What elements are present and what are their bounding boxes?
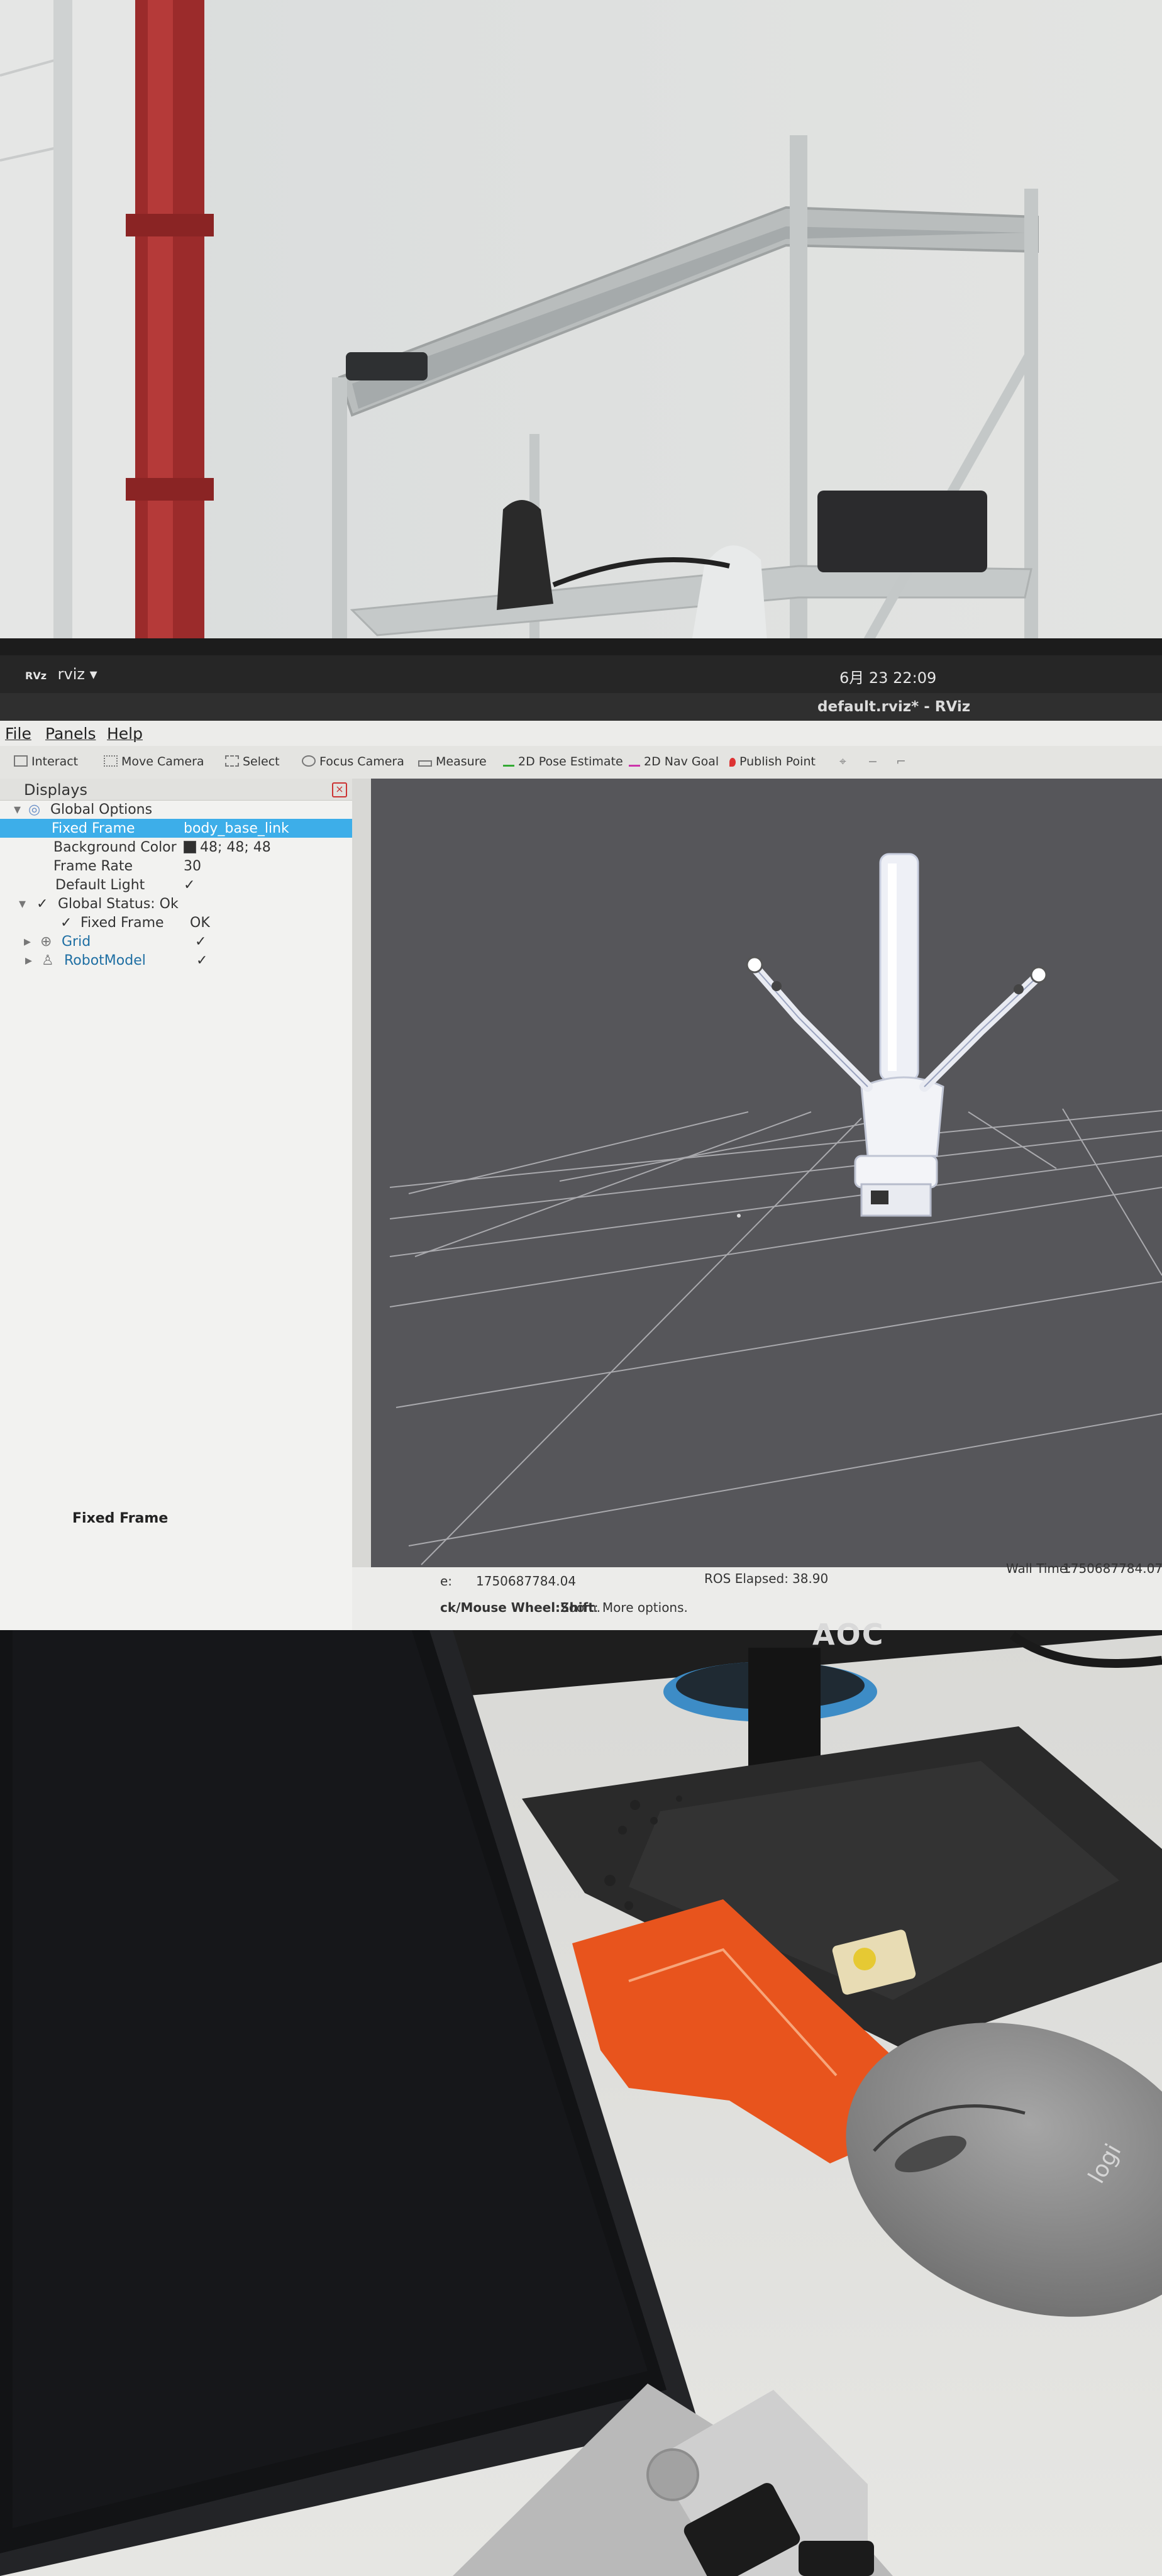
tool-label: 2D Pose Estimate	[518, 755, 623, 769]
menu-help[interactable]: Help	[107, 724, 143, 743]
row-key: Global Status: Ok	[58, 896, 179, 912]
desktop-top-bar: RVz rviz ▾ 6月 23 22:09	[0, 655, 1162, 693]
globe-icon: ◎	[28, 802, 41, 818]
tool-interact[interactable]: Interact	[14, 755, 78, 769]
default-light-checkbox[interactable]: ✓	[184, 877, 195, 893]
panel-splitter[interactable]	[352, 779, 371, 1630]
displays-title: Displays	[24, 781, 87, 799]
fixed-frame-row[interactable]: Fixed Frame body_base_link	[0, 819, 352, 838]
frame-rate-value[interactable]: 30	[184, 858, 201, 874]
ros-elapsed-value: 38.90	[792, 1571, 829, 1586]
row-key: RobotModel	[64, 953, 146, 969]
frame-rate-row[interactable]: Frame Rate 30	[0, 857, 352, 875]
tool-settings-icon[interactable]: ⌐	[896, 755, 906, 769]
color-swatch	[184, 841, 196, 853]
default-light-row[interactable]: Default Light ✓	[0, 875, 352, 894]
expand-arrow-icon: ▸	[24, 934, 31, 950]
tool-label: 2D Nav Goal	[644, 755, 719, 769]
row-key: Fixed Frame	[52, 821, 135, 836]
row-key: Fixed Frame	[80, 915, 164, 931]
displays-panel-header: Displays ×	[0, 779, 352, 801]
app-menu[interactable]: RVz rviz ▾	[25, 665, 97, 683]
clock[interactable]: 6月 23 22:09	[839, 665, 936, 687]
color-value-text: 48; 48; 48	[200, 840, 271, 855]
grid-row[interactable]: ▸ ⊕ Grid ✓	[0, 932, 352, 951]
tool-label: Interact	[31, 755, 79, 769]
ros-time-label: e:	[440, 1574, 453, 1589]
menu-bar: File Panels Help	[0, 721, 1162, 746]
robotmodel-row[interactable]: ▸ ♙ RobotModel ✓	[0, 951, 352, 970]
focus-camera-icon	[302, 755, 316, 767]
hint-bold: ck/Mouse Wheel:	[440, 1600, 561, 1615]
tool-2d-nav-goal[interactable]: 2D Nav Goal	[629, 755, 719, 769]
tool-label: Move Camera	[121, 755, 204, 769]
menu-panels[interactable]: Panels	[45, 724, 96, 743]
background-color-value[interactable]: 48; 48; 48	[184, 840, 271, 855]
nav-goal-arrow-icon	[629, 756, 640, 767]
row-key: Global Options	[50, 802, 153, 818]
row-key: Background Color	[53, 840, 177, 855]
help-hint: ck/Mouse Wheel: Zoom. Shift: More option…	[440, 1600, 688, 1615]
monitor-brand-logo: AOC	[812, 1618, 885, 1652]
property-description-title: Fixed Frame	[72, 1511, 169, 1526]
displays-panel: Displays × ▾ ◎ Global Options Fixed Fram…	[0, 779, 352, 1630]
robot-icon: ♙	[42, 953, 54, 969]
status-bar: e: 1750687784.04 ROS Elapsed: 38.90 Wall…	[352, 1561, 1162, 1630]
tool-label: Measure	[436, 755, 487, 769]
ros-time-value: 1750687784.04	[476, 1574, 577, 1589]
publish-point-icon	[729, 758, 736, 767]
tool-measure[interactable]: Measure	[418, 755, 487, 769]
check-icon: ✓	[60, 915, 72, 931]
expand-arrow-icon: ▾	[14, 802, 21, 818]
3d-viewport[interactable]	[371, 779, 1162, 1567]
select-icon	[225, 755, 239, 767]
interact-icon	[14, 755, 28, 767]
move-camera-icon	[104, 755, 118, 767]
tool-move-camera[interactable]: Move Camera	[104, 755, 204, 769]
app-name: rviz ▾	[57, 665, 97, 683]
robotmodel-checkbox[interactable]: ✓	[196, 953, 208, 969]
wall-time-value: 1750687784.07	[1063, 1561, 1162, 1576]
tool-2d-pose-estimate[interactable]: 2D Pose Estimate	[503, 755, 623, 769]
fixed-frame-value[interactable]: body_base_link	[184, 821, 289, 836]
row-key: Grid	[62, 934, 91, 950]
wall-time-label: Wall Time:	[1006, 1561, 1071, 1576]
grid-icon: ⊕	[40, 934, 52, 950]
tool-select[interactable]: Select	[225, 755, 280, 769]
fixed-frame-status-row[interactable]: ✓ Fixed Frame OK	[0, 913, 352, 932]
tool-bar: Interact Move Camera Select Focus Camera…	[0, 746, 1162, 779]
rviz-logo-icon: RVz	[25, 670, 47, 682]
ros-elapsed-label: ROS Elapsed:	[704, 1571, 788, 1586]
status-value: OK	[190, 915, 210, 931]
window-title-bar[interactable]: default.rviz* - RViz	[0, 693, 1162, 721]
tool-focus-camera[interactable]: Focus Camera	[302, 755, 404, 769]
row-key: Frame Rate	[53, 858, 133, 874]
close-icon[interactable]: ×	[332, 782, 347, 797]
expand-arrow-icon: ▸	[25, 953, 33, 969]
tool-label: Select	[243, 755, 280, 769]
menu-file[interactable]: File	[5, 724, 31, 743]
expand-arrow-icon: ▾	[19, 896, 26, 912]
measure-icon	[418, 760, 432, 767]
tool-publish-point[interactable]: Publish Point	[729, 755, 816, 769]
hint-text: : More options.	[594, 1600, 688, 1615]
pose-arrow-icon	[503, 756, 514, 767]
check-icon: ✓	[36, 896, 48, 912]
global-status-row[interactable]: ▾ ✓ Global Status: Ok	[0, 894, 352, 913]
grid-checkbox[interactable]: ✓	[195, 934, 206, 950]
background-color-row[interactable]: Background Color 48; 48; 48	[0, 838, 352, 857]
row-key: Default Light	[55, 877, 145, 893]
tool-label: Focus Camera	[319, 755, 404, 769]
add-tool-icon[interactable]: ⌖	[839, 755, 846, 769]
window-title: default.rviz* - RViz	[817, 699, 971, 715]
tool-label: Publish Point	[739, 755, 816, 769]
remove-tool-icon[interactable]: −	[868, 755, 878, 769]
global-options-row[interactable]: ▾ ◎ Global Options	[0, 800, 352, 819]
rviz-screen: RVz rviz ▾ 6月 23 22:09 default.rviz* - R…	[0, 655, 1162, 1630]
